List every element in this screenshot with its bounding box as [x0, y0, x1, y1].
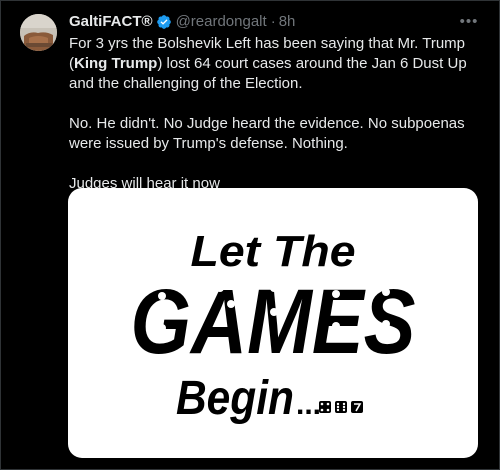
bold-king-trump: King Trump	[74, 55, 158, 72]
display-name[interactable]: GaltiFACT®	[69, 13, 153, 31]
tweet-header: GaltiFACT® @reardongalt · 8h	[69, 13, 295, 31]
media-line-let-the: Let The	[191, 227, 356, 276]
more-options-icon[interactable]: •••	[457, 9, 481, 33]
tweet-card[interactable]: GaltiFACT® @reardongalt · 8h ••• For 3 y…	[0, 0, 500, 470]
separator-dot: ·	[270, 13, 276, 30]
user-handle[interactable]: @reardongalt	[176, 13, 267, 31]
die-six-icon	[335, 401, 347, 413]
die-seven-icon	[351, 401, 363, 413]
media-line-begin: Begin	[176, 372, 294, 425]
tweet-media-image[interactable]: Let The GAMES Begin ...	[68, 188, 478, 458]
verified-badge-icon	[156, 14, 172, 30]
timestamp[interactable]: 8h	[279, 13, 296, 31]
media-ellipsis: ...	[296, 388, 321, 421]
tweet-paragraph-2: No. He didn't. No Judge heard the eviden…	[69, 115, 465, 152]
avatar-photo	[20, 14, 57, 51]
avatar[interactable]	[20, 14, 57, 51]
tweet-paragraph-1: For 3 yrs the Bolshevik Left has been sa…	[69, 35, 467, 92]
die-four-icon	[319, 401, 331, 413]
tweet-text: For 3 yrs the Bolshevik Left has been sa…	[69, 34, 489, 194]
